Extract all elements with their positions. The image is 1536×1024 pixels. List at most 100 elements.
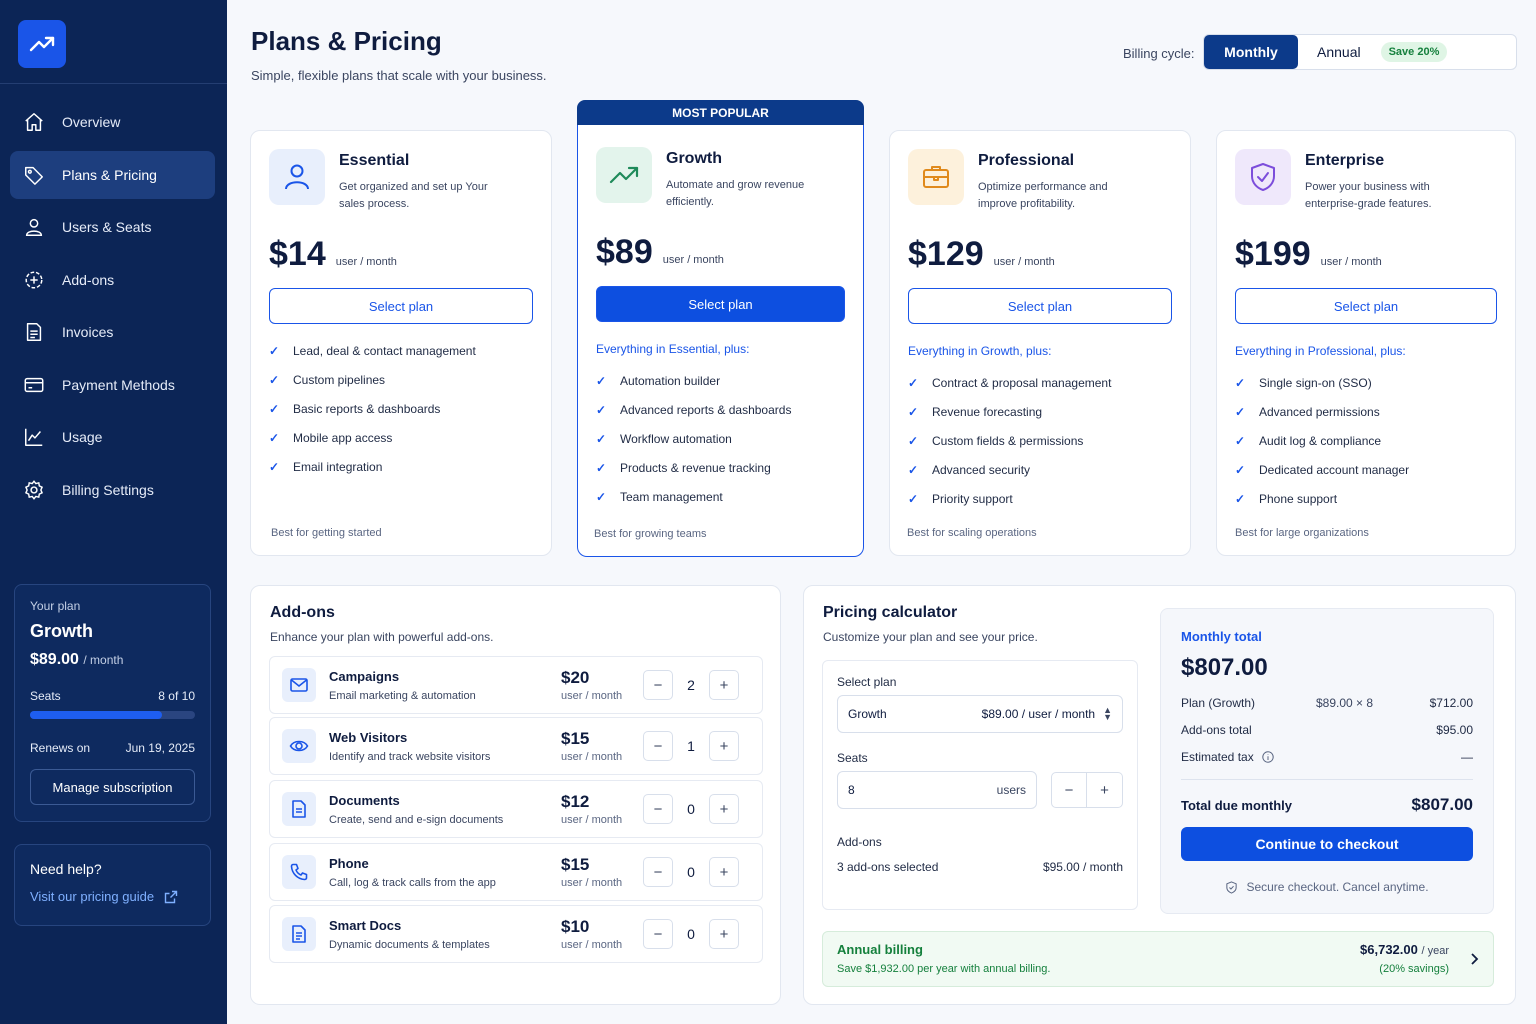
addon-price-unit: user / month — [561, 690, 623, 702]
quantity-value[interactable]: 0 — [673, 926, 709, 942]
user-icon — [285, 164, 309, 190]
check-icon: ✓ — [908, 433, 919, 448]
info-icon[interactable] — [1262, 751, 1274, 763]
addon-description: Call, log & track calls from the app — [329, 876, 496, 889]
check-icon: ✓ — [596, 431, 607, 446]
check-icon: ✓ — [596, 402, 607, 417]
feature-item: ✓ Dedicated account manager — [1235, 462, 1410, 477]
addon-price: $10 — [561, 917, 590, 936]
trend-up-icon — [609, 166, 639, 184]
sidebar-item-add-ons[interactable]: Add-ons — [10, 256, 215, 304]
decrement-button[interactable]: − — [643, 919, 673, 949]
monthly-total-label: Monthly total — [1181, 629, 1262, 644]
save-badge: Save 20% — [1380, 42, 1448, 62]
decrement-button[interactable]: − — [643, 794, 673, 824]
addon-price: $15 — [561, 729, 590, 748]
select-plan-button[interactable]: Select plan — [1235, 288, 1497, 324]
addon-row-campaigns: Campaigns Email marketing & automation $2… — [269, 656, 763, 714]
increment-button[interactable]: + — [709, 919, 739, 949]
addon-name: Phone — [329, 855, 369, 871]
plan-price: $129 — [908, 235, 984, 273]
card-icon — [24, 377, 44, 392]
shield-check-icon — [1251, 163, 1275, 191]
plan-select[interactable]: Growth $89.00 / user / month ▲ ▼ — [837, 695, 1123, 733]
current-plan-card: Your plan Growth $89.00 / month Seats 8 … — [14, 584, 211, 822]
phone-icon — [290, 863, 308, 881]
feature-item: ✓ Mobile app access — [269, 430, 393, 445]
app-logo[interactable] — [18, 20, 66, 68]
pricing-calculator-panel: Pricing calculator Customize your plan a… — [803, 585, 1516, 1005]
addon-description: Create, send and e-sign documents — [329, 813, 504, 826]
plan-description: Optimize performance and improve profita… — [978, 181, 1108, 210]
plan-price: $199 — [1235, 235, 1311, 273]
feature-item: ✓ Lead, deal & contact management — [269, 343, 476, 358]
seats-input[interactable]: 8 users — [837, 771, 1037, 809]
sidebar-item-payment-methods[interactable]: Payment Methods — [10, 361, 215, 409]
annual-savings: (20% savings) — [1379, 963, 1449, 975]
selected-plan-price: $89.00 / user / month — [981, 707, 1096, 721]
feature-heading: Everything in Growth, plus: — [908, 344, 1052, 358]
sidebar-item-plans-pricing[interactable]: Plans & Pricing — [10, 150, 215, 199]
check-icon: ✓ — [269, 430, 280, 445]
feature-item: ✓ Audit log & compliance — [1235, 433, 1382, 448]
help-title: Need help? — [30, 861, 102, 877]
addon-description: Dynamic documents & templates — [329, 938, 490, 951]
annual-toggle-button[interactable]: Annual — [1317, 44, 1361, 60]
check-icon: ✓ — [1235, 404, 1246, 419]
feature-item: ✓ Single sign-on (SSO) — [1235, 375, 1372, 390]
sidebar-item-invoices[interactable]: Invoices — [10, 308, 215, 356]
sidebar-item-label: Plans & Pricing — [62, 166, 157, 183]
increment-button[interactable]: + — [709, 670, 739, 700]
pricing-guide-link[interactable]: Visit our pricing guide — [30, 889, 195, 904]
plan-price: $89 — [596, 233, 653, 271]
sidebar-item-usage[interactable]: Usage — [10, 413, 215, 461]
estimated-tax-row: Estimated tax — — [1181, 750, 1473, 764]
continue-to-checkout-button[interactable]: Continue to checkout — [1181, 827, 1473, 861]
select-plan-button[interactable]: Select plan — [269, 288, 533, 324]
sidebar-item-billing-settings[interactable]: Billing Settings — [10, 466, 215, 514]
feature-item: ✓ Team management — [596, 489, 723, 504]
select-plan-button[interactable]: Select plan — [908, 288, 1172, 324]
annual-billing-banner[interactable]: Annual billing Save $1,932.00 per year w… — [822, 931, 1494, 987]
quantity-value[interactable]: 2 — [673, 677, 709, 693]
decrement-button[interactable]: − — [643, 857, 673, 887]
feature-item: ✓ Automation builder — [596, 373, 721, 388]
calculator-form: Select plan Growth $89.00 / user / month… — [822, 660, 1138, 910]
plan-card-essential: Essential Get organized and set up Your … — [250, 130, 552, 556]
quantity-value[interactable]: 0 — [673, 864, 709, 880]
increment-button[interactable]: + — [709, 794, 739, 824]
sidebar-divider — [0, 83, 227, 84]
pricing-guide-link-text: Visit our pricing guide — [30, 889, 155, 904]
feature-item: ✓ Workflow automation — [596, 431, 732, 446]
plan-description: Automate and grow revenue efficiently. — [666, 179, 805, 208]
secure-checkout-note: Secure checkout. Cancel anytime. — [1181, 880, 1473, 894]
addon-row-smart-docs: Smart Docs Dynamic documents & templates … — [269, 905, 763, 963]
quantity-value[interactable]: 1 — [673, 738, 709, 754]
decrement-button[interactable]: − — [643, 731, 673, 761]
addons-icon — [25, 270, 43, 289]
feature-item: ✓ Advanced reports & dashboards — [596, 402, 792, 417]
sidebar-item-overview[interactable]: Overview — [10, 98, 215, 146]
check-icon: ✓ — [269, 343, 280, 358]
increment-button[interactable]: + — [709, 857, 739, 887]
select-plan-button[interactable]: Select plan — [596, 286, 845, 322]
addon-description: Identify and track website visitors — [329, 750, 491, 763]
user-icon — [25, 218, 43, 236]
manage-subscription-button[interactable]: Manage subscription — [30, 769, 195, 805]
sidebar-item-users-seats[interactable]: Users & Seats — [10, 203, 215, 251]
feature-item: ✓ Email integration — [269, 459, 383, 474]
addons-title: Add-ons — [270, 604, 335, 621]
decrement-button[interactable]: − — [643, 670, 673, 700]
quantity-value[interactable]: 0 — [673, 801, 709, 817]
plan-price-unit: user / month — [662, 254, 724, 266]
increment-button[interactable]: + — [709, 731, 739, 761]
quantity-stepper: −2 + — [643, 670, 739, 700]
seats-increment-button[interactable]: + — [1087, 772, 1123, 808]
sidebar-item-label: Overview — [62, 114, 121, 130]
annual-price-unit: / year — [1421, 945, 1449, 957]
plan-name: Enterprise — [1305, 152, 1385, 169]
seats-decrement-button[interactable]: − — [1051, 772, 1087, 808]
annual-billing-note: Save $1,932.00 per year with annual bill… — [837, 963, 1051, 975]
monthly-toggle-button[interactable]: Monthly — [1204, 35, 1298, 69]
feature-item: ✓ Phone support — [1235, 491, 1338, 506]
